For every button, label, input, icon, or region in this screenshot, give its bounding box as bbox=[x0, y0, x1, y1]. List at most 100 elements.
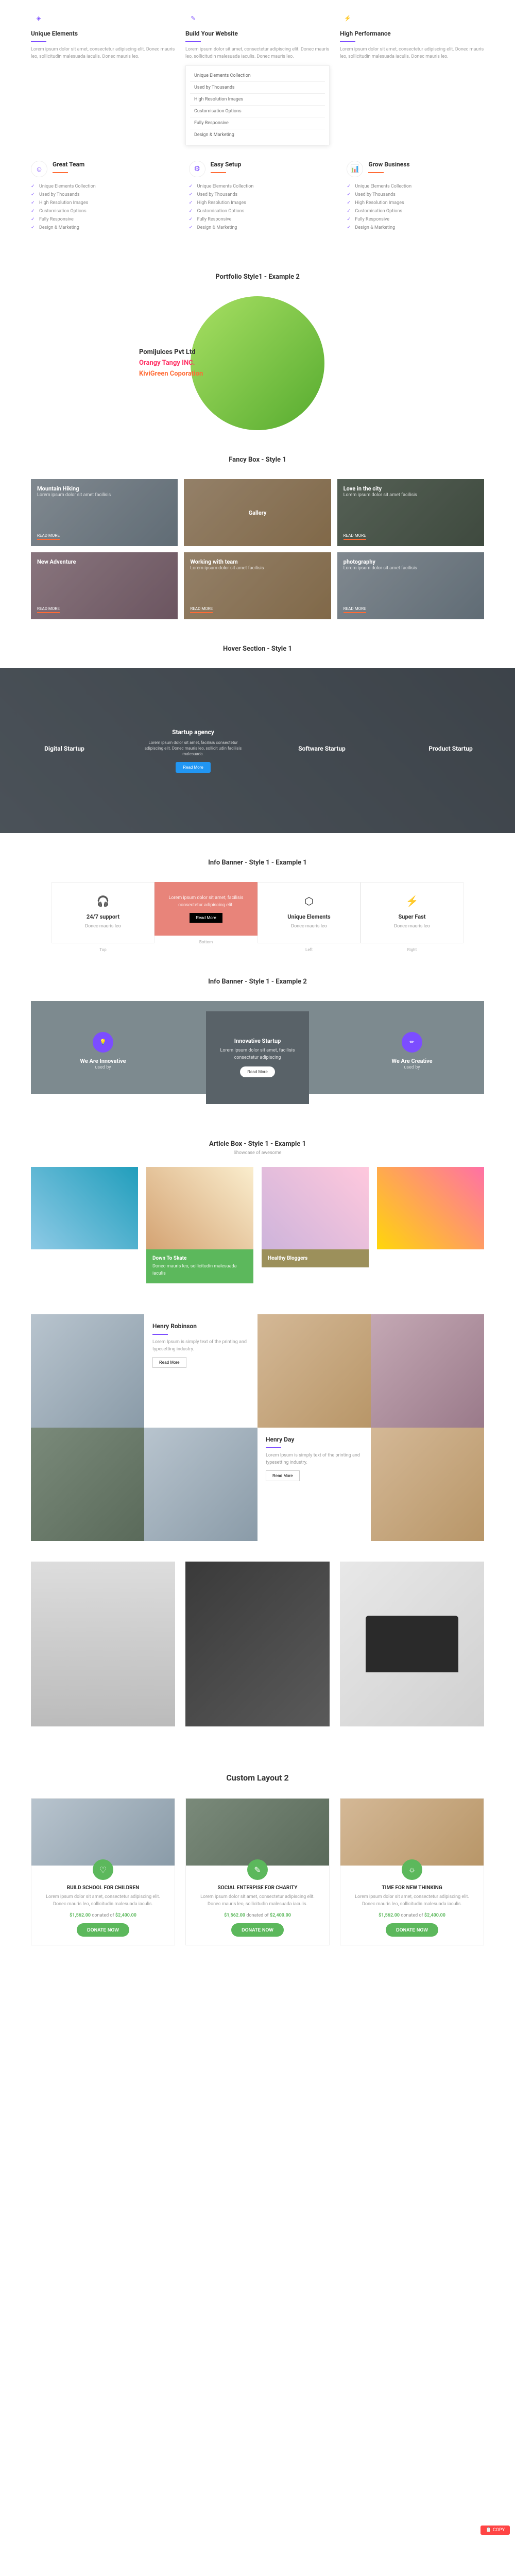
info-card[interactable]: ⚡ Super Fast Donec mauris leo bbox=[360, 882, 464, 943]
info-title: Super Fast bbox=[369, 913, 455, 920]
hero-card[interactable]: Digital Startup bbox=[0, 745, 129, 756]
fancy-card[interactable]: New AdventureREAD MORE bbox=[31, 552, 178, 619]
dropdown-item[interactable]: Customisation Options bbox=[190, 106, 325, 117]
section-title: Hover Section - Style 1 bbox=[0, 645, 515, 653]
dropdown-item[interactable]: Used by Thousands bbox=[190, 82, 325, 94]
dropdown-item[interactable]: Unique Elements Collection bbox=[190, 70, 325, 82]
donate-button[interactable]: DONATE NOW bbox=[231, 1923, 284, 1937]
info-desc: Donec mauris leo bbox=[369, 923, 455, 930]
dropdown-item[interactable]: Fully Responsive bbox=[190, 117, 325, 129]
article-box[interactable]: Down To Skate Donec mauris leo, sollicitu… bbox=[146, 1249, 253, 1283]
team-bio: Henry Robinson Lorem Ipsum is simply tex… bbox=[144, 1314, 258, 1428]
divider bbox=[31, 41, 46, 42]
bolt-icon: ⚡ bbox=[340, 10, 355, 26]
list-title: Grow Business bbox=[368, 161, 409, 168]
donate-button[interactable]: DONATE NOW bbox=[386, 1923, 438, 1937]
showcase-card[interactable] bbox=[185, 1562, 330, 1726]
list-columns: ☺ Great Team Unique Elements Collection … bbox=[0, 145, 515, 247]
hero-title: Startup agency bbox=[144, 728, 242, 736]
list-item: Used by Thousands bbox=[189, 191, 327, 199]
info-title: 24/7 support bbox=[60, 913, 146, 920]
list-item: Used by Thousands bbox=[347, 191, 484, 199]
list-item: Unique Elements Collection bbox=[189, 182, 327, 191]
divider bbox=[211, 172, 226, 173]
inno-center-card[interactable]: Innovative StartupLorem ipsum dolor sit … bbox=[206, 1011, 309, 1104]
divider bbox=[368, 172, 384, 173]
bolt-icon: ⚡ bbox=[369, 895, 455, 907]
fancy-card[interactable]: photographyLorem ipsum dolor sit amet fa… bbox=[337, 552, 484, 619]
showcase-card[interactable] bbox=[31, 1562, 175, 1726]
brand-name: KiviGreen Coporation bbox=[139, 368, 203, 379]
article-desc: Donec mauris leo, sollicitudin malesuada… bbox=[152, 1263, 247, 1277]
inno-title: We Are Creative bbox=[360, 1058, 464, 1064]
read-more-button[interactable]: Read More bbox=[266, 1470, 300, 1481]
info-card[interactable]: ⬡Unique ElementsDonec mauris leo bbox=[258, 882, 360, 943]
raised-amount: $1,562.00 bbox=[70, 1913, 91, 1918]
read-more-link[interactable]: READ MORE bbox=[344, 533, 366, 540]
section-title: Custom Layout 2 bbox=[0, 1773, 515, 1783]
hero-card[interactable]: Software Startup bbox=[258, 745, 386, 756]
donate-desc: Lorem ipsum dolor sit amet, consectetur … bbox=[194, 1894, 321, 1908]
donate-button[interactable]: DONATE NOW bbox=[77, 1923, 129, 1937]
card-desc: Lorem ipsum dolor sit amet facilisis bbox=[344, 565, 478, 572]
read-more-button[interactable]: Read More bbox=[240, 1066, 275, 1077]
charity-icon: ☼ bbox=[402, 1859, 422, 1880]
read-more-button[interactable]: Read More bbox=[190, 913, 222, 923]
fancy-card[interactable]: Mountain HikingLorem ipsum dolor sit ame… bbox=[31, 479, 178, 546]
article-image bbox=[31, 1167, 138, 1283]
brand-list: Pomijuices Pvt Ltd Orangy Tangy INC. Kiv… bbox=[139, 347, 203, 379]
info-card[interactable]: 🎧24/7 supportDonec mauris leo bbox=[52, 882, 154, 943]
donate-image bbox=[340, 1799, 484, 1866]
feature-desc: Lorem ipsum dolor sit amet, consectetur … bbox=[340, 46, 484, 60]
article-title: Down To Skate bbox=[152, 1256, 247, 1261]
team-desc: Lorem Ipsum is simply text of the printi… bbox=[266, 1452, 363, 1466]
read-more-link[interactable]: READ MORE bbox=[37, 606, 60, 613]
dropdown-menu: Unique Elements Collection Used by Thous… bbox=[185, 65, 330, 145]
fancy-card[interactable]: Gallery bbox=[184, 479, 331, 546]
inno-left-card[interactable]: 💡We Are Innovativeused by bbox=[52, 1032, 154, 1072]
card-title: photography bbox=[344, 558, 478, 565]
dropdown-item[interactable]: Design & Marketing bbox=[190, 129, 325, 141]
feature-card: ⚡ High Performance Lorem ipsum dolor sit… bbox=[340, 10, 484, 145]
read-more-link[interactable]: READ MORE bbox=[344, 606, 366, 613]
inno-right-card[interactable]: ✏We Are Creativeused by bbox=[360, 1032, 464, 1072]
hero-section: Digital Startup Startup agencyLorem ipsu… bbox=[0, 668, 515, 833]
product-image: Pomijuices Pvt Ltd Orangy Tangy INC. Kiv… bbox=[191, 296, 324, 430]
showcase-card[interactable] bbox=[340, 1562, 484, 1726]
dropdown-item[interactable]: High Resolution Images bbox=[190, 94, 325, 106]
feature-desc: Lorem ipsum dolor sit amet, consectetur … bbox=[185, 46, 330, 60]
feature-title: Build Your Website bbox=[185, 30, 330, 37]
list-item: Fully Responsive bbox=[31, 215, 168, 224]
team-desc: Lorem Ipsum is simply text of the printi… bbox=[152, 1339, 249, 1353]
gear-icon: ⚙ bbox=[189, 161, 205, 177]
position-label: Top bbox=[52, 947, 154, 952]
read-more-button[interactable]: Read More bbox=[176, 762, 211, 773]
feature-title: High Performance bbox=[340, 30, 484, 37]
inno-sub: used by bbox=[360, 1064, 464, 1072]
inno-sub: used by bbox=[52, 1064, 154, 1072]
list-item: Design & Marketing bbox=[347, 224, 484, 232]
info-card-highlight[interactable]: Lorem ipsum dolor sit amet, facilisis co… bbox=[154, 882, 258, 936]
donate-progress: $1,562.00 donated of $2,400.00 bbox=[194, 1913, 321, 1918]
article-box[interactable]: Healthy Bloggers bbox=[262, 1249, 369, 1267]
donate-image bbox=[31, 1799, 175, 1866]
laptop-mockup bbox=[366, 1616, 458, 1672]
team-photo bbox=[371, 1428, 484, 1541]
hero-card[interactable]: Startup agencyLorem ipsum dolor sit amet… bbox=[129, 728, 258, 773]
read-more-button[interactable]: Read More bbox=[152, 1357, 186, 1368]
list-title: Easy Setup bbox=[211, 161, 242, 168]
donate-progress: $1,562.00 donated of $2,400.00 bbox=[40, 1913, 166, 1918]
fancy-card[interactable]: Working with teamLorem ipsum dolor sit a… bbox=[184, 552, 331, 619]
list-item: Customisation Options bbox=[347, 207, 484, 215]
read-more-link[interactable]: READ MORE bbox=[37, 533, 60, 540]
copy-button[interactable]: 📋 COPY bbox=[480, 2526, 510, 2535]
fancy-card[interactable]: Love in the cityLorem ipsum dolor sit am… bbox=[337, 479, 484, 546]
card-title: Gallery bbox=[249, 510, 267, 516]
read-more-link[interactable]: READ MORE bbox=[190, 606, 213, 613]
hero-title: Software Startup bbox=[273, 745, 371, 752]
list-item: Customisation Options bbox=[189, 207, 327, 215]
innovation-banner: 💡We Are Innovativeused by Innovative Sta… bbox=[0, 1001, 515, 1114]
team-photo bbox=[31, 1428, 144, 1541]
goal-amount: $2,400.00 bbox=[270, 1913, 291, 1918]
hero-card[interactable]: Product Startup bbox=[386, 745, 515, 756]
